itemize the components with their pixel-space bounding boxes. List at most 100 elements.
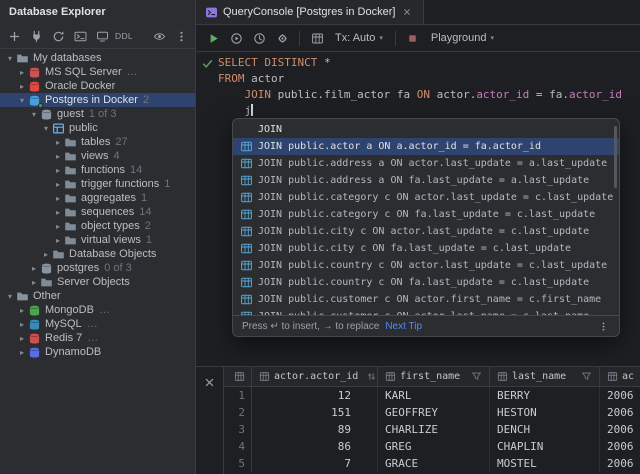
chevron-right-icon[interactable]: ▸: [16, 68, 28, 77]
tree-item-aggregates[interactable]: ▸ aggregates 1: [0, 191, 195, 205]
table-cell[interactable]: 2006: [600, 438, 640, 455]
tx-selector[interactable]: Tx: Auto ▾: [330, 30, 388, 46]
chevron-down-icon[interactable]: ▾: [4, 292, 16, 301]
editor-line[interactable]: FROM actor: [196, 71, 640, 87]
chevron-right-icon[interactable]: ▸: [52, 222, 64, 231]
tree-item-ms-sql-server[interactable]: ▸ MS SQL Server…: [0, 65, 195, 79]
rerun-icon[interactable]: [226, 28, 246, 48]
completion-item[interactable]: JOIN: [233, 121, 619, 138]
table-cell[interactable]: 151: [252, 404, 378, 421]
ddl-icon[interactable]: DDL: [114, 26, 134, 46]
tree-item-oracle-docker[interactable]: ▸ Oracle Docker: [0, 79, 195, 93]
table-cell[interactable]: 2006: [600, 421, 640, 438]
tree-item-virtual-views[interactable]: ▸ virtual views 1: [0, 233, 195, 247]
table-cell[interactable]: 2006: [600, 387, 640, 404]
column-header-ac[interactable]: ac: [600, 367, 640, 386]
close-results-icon[interactable]: [200, 372, 220, 392]
tree-item-object-types[interactable]: ▸ object types 2: [0, 219, 195, 233]
completion-item[interactable]: JOIN public.actor a ON a.actor_id = fa.a…: [233, 138, 619, 155]
completion-item[interactable]: JOIN public.city c ON actor.last_update …: [233, 223, 619, 240]
table-cell[interactable]: 86: [252, 438, 378, 455]
output-grid-icon[interactable]: [307, 28, 327, 48]
plug-icon[interactable]: [26, 26, 46, 46]
tree-item-mongodb[interactable]: ▸ MongoDB…: [0, 303, 195, 317]
filter-icon[interactable]: [471, 371, 482, 382]
chevron-right-icon[interactable]: ▸: [52, 236, 64, 245]
completion-item[interactable]: JOIN public.country c ON fa.last_update …: [233, 274, 619, 291]
completion-item[interactable]: JOIN public.address a ON actor.last_upda…: [233, 155, 619, 172]
stop-icon[interactable]: [403, 28, 423, 48]
tree-item-database-objects[interactable]: ▸ Database Objects: [0, 247, 195, 261]
chevron-right-icon[interactable]: ▸: [16, 348, 28, 357]
table-row[interactable]: 4 86 GREG CHAPLIN 2006: [224, 438, 640, 455]
settings-icon[interactable]: [272, 28, 292, 48]
run-icon[interactable]: [203, 28, 223, 48]
table-cell[interactable]: 7: [252, 455, 378, 472]
editor-line[interactable]: SELECT DISTINCT *: [196, 55, 640, 71]
table-row[interactable]: 1 12 KARL BERRY 2006: [224, 387, 640, 404]
table-cell[interactable]: DENCH: [490, 421, 600, 438]
table-row[interactable]: 2 151 GEOFFREY HESTON 2006: [224, 404, 640, 421]
completion-item[interactable]: JOIN public.country c ON actor.last_upda…: [233, 257, 619, 274]
column-header-first-name[interactable]: first_name: [378, 367, 490, 386]
chevron-right-icon[interactable]: ▸: [52, 180, 64, 189]
jump-to-console-icon[interactable]: [70, 26, 90, 46]
popup-scrollbar[interactable]: [614, 126, 617, 188]
tree-item-postgres[interactable]: ▸ postgres 0 of 3: [0, 261, 195, 275]
tree-item-other[interactable]: ▾ Other: [0, 289, 195, 303]
tree-item-my-databases[interactable]: ▾ My databases: [0, 51, 195, 65]
tree-item-tables[interactable]: ▸ tables 27: [0, 135, 195, 149]
table-row[interactable]: 5 7 GRACE MOSTEL 2006: [224, 455, 640, 472]
completion-item[interactable]: JOIN public.customer c ON actor.first_na…: [233, 291, 619, 308]
popup-menu-icon[interactable]: [596, 319, 610, 333]
table-cell[interactable]: CHARLIZE: [378, 421, 490, 438]
completion-item[interactable]: JOIN public.city c ON fa.last_update = c…: [233, 240, 619, 257]
chevron-down-icon[interactable]: ▾: [16, 96, 28, 105]
chevron-right-icon[interactable]: ▸: [28, 278, 40, 287]
refresh-icon[interactable]: [48, 26, 68, 46]
table-cell[interactable]: CHAPLIN: [490, 438, 600, 455]
chevron-down-icon[interactable]: ▾: [40, 124, 52, 133]
completion-item[interactable]: JOIN public.address a ON fa.last_update …: [233, 172, 619, 189]
column-header-actor-actor-id[interactable]: actor.actor_id: [252, 367, 378, 386]
tree-item-trigger-functions[interactable]: ▸ trigger functions 1: [0, 177, 195, 191]
more-icon[interactable]: [171, 26, 191, 46]
tree-item-views[interactable]: ▸ views 4: [0, 149, 195, 163]
chevron-right-icon[interactable]: ▸: [28, 264, 40, 273]
table-cell[interactable]: 2006: [600, 404, 640, 421]
table-cell[interactable]: GREG: [378, 438, 490, 455]
next-tip-link[interactable]: Next Tip: [385, 321, 422, 332]
tree-item-public[interactable]: ▾ public: [0, 121, 195, 135]
tab-queryconsole[interactable]: QueryConsole [Postgres in Docker]: [196, 0, 425, 24]
chevron-right-icon[interactable]: ▸: [52, 152, 64, 161]
tree-item-functions[interactable]: ▸ functions 14: [0, 163, 195, 177]
tree-item-mysql[interactable]: ▸ MySQL…: [0, 317, 195, 331]
table-cell[interactable]: 2006: [600, 455, 640, 472]
tree-item-redis-7[interactable]: ▸ Redis 7…: [0, 331, 195, 345]
chevron-right-icon[interactable]: ▸: [52, 208, 64, 217]
chevron-right-icon[interactable]: ▸: [16, 306, 28, 315]
table-cell[interactable]: BERRY: [490, 387, 600, 404]
editor-line[interactable]: j: [196, 103, 640, 119]
select-all-corner[interactable]: [224, 367, 252, 386]
chevron-right-icon[interactable]: ▸: [52, 166, 64, 175]
table-cell[interactable]: HESTON: [490, 404, 600, 421]
editor-line[interactable]: JOIN public.film_actor fa ON actor.actor…: [196, 87, 640, 103]
completion-item[interactable]: JOIN public.category c ON actor.last_upd…: [233, 189, 619, 206]
add-datasource-icon[interactable]: [4, 26, 24, 46]
tree-item-guest[interactable]: ▾ guest 1 of 3: [0, 107, 195, 121]
chevron-right-icon[interactable]: ▸: [52, 138, 64, 147]
tree-item-server-objects[interactable]: ▸ Server Objects: [0, 275, 195, 289]
eye-icon[interactable]: [149, 26, 169, 46]
filter-icon[interactable]: [581, 371, 592, 382]
table-cell[interactable]: GEOFFREY: [378, 404, 490, 421]
table-row[interactable]: 3 89 CHARLIZE DENCH 2006: [224, 421, 640, 438]
tree-item-sequences[interactable]: ▸ sequences 14: [0, 205, 195, 219]
chevron-right-icon[interactable]: ▸: [40, 250, 52, 259]
table-cell[interactable]: MOSTEL: [490, 455, 600, 472]
chevron-right-icon[interactable]: ▸: [16, 334, 28, 343]
chevron-down-icon[interactable]: ▾: [28, 110, 40, 119]
ddl-preview-icon[interactable]: [92, 26, 112, 46]
history-icon[interactable]: [249, 28, 269, 48]
tree-item-postgres-in-docker[interactable]: ▾ Postgres in Docker 2: [0, 93, 195, 108]
